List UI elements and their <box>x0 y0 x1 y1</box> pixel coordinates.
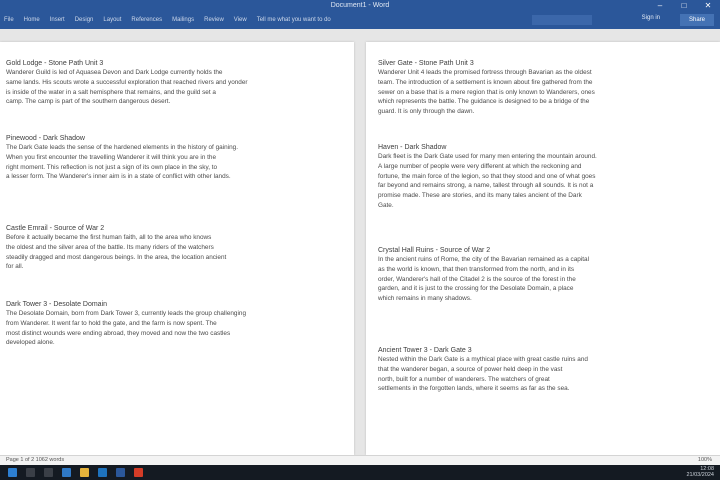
paragraph-line[interactable]: A large number of people were very diffe… <box>378 162 708 172</box>
paragraph-line[interactable]: that the wanderer began, a source of pow… <box>378 365 708 375</box>
tab-design[interactable]: Design <box>75 17 94 23</box>
paragraph-line[interactable]: In the ancient ruins of Rome, the city o… <box>378 255 708 265</box>
paragraph-line[interactable]: developed alone. <box>6 338 346 348</box>
status-left: Page 1 of 2 1062 words <box>6 457 65 463</box>
document-section: Ancient Tower 3 - Dark Gate 3 Nested with… <box>378 346 708 394</box>
paragraph-line[interactable]: most distinct wounds were ending abroad,… <box>6 329 346 339</box>
sign-in-link[interactable]: Sign in <box>642 15 660 21</box>
paragraph-line[interactable]: team. The introduction of a settlement i… <box>378 78 708 88</box>
paragraph-line[interactable]: Gate. <box>378 201 708 211</box>
window-title: Document1 - Word <box>330 2 390 9</box>
section-heading[interactable]: Silver Gate - Stone Path Unit 3 <box>378 59 708 68</box>
search-box[interactable] <box>532 15 592 25</box>
folder-icon[interactable] <box>80 468 89 477</box>
tab-layout[interactable]: Layout <box>103 17 121 23</box>
paragraph-line[interactable]: for all. <box>6 262 346 272</box>
tab-view[interactable]: View <box>234 17 247 23</box>
paragraph-line[interactable]: Before it actually became the first huma… <box>6 233 346 243</box>
tab-references[interactable]: References <box>131 17 162 23</box>
paragraph-line[interactable]: camp. The camp is part of the southern d… <box>6 97 346 107</box>
tab-review[interactable]: Review <box>204 17 224 23</box>
paragraph-line[interactable]: Wanderer Unit 4 leads the promised fortr… <box>378 68 708 78</box>
paragraph-line[interactable]: promise made. These are stories, and its… <box>378 191 708 201</box>
paragraph-line[interactable]: north, built for a number of wanderers. … <box>378 375 708 385</box>
section-heading[interactable]: Haven - Dark Shadow <box>378 143 708 152</box>
share-button[interactable]: Share <box>680 14 714 26</box>
tab-home[interactable]: Home <box>24 17 40 23</box>
section-heading[interactable]: Dark Tower 3 - Desolate Domain <box>6 300 346 309</box>
paragraph-line[interactable]: When you first encounter the travelling … <box>6 153 346 163</box>
paragraph-line[interactable]: The Desolate Domain, born from Dark Towe… <box>6 309 346 319</box>
paragraph-line[interactable]: a lesser form. The Wanderer's inner aim … <box>6 172 346 182</box>
paragraph-line[interactable]: Wanderer Guild is led of Aquasea Devon a… <box>6 68 346 78</box>
paragraph-line[interactable]: guard. It is only through the dawn. <box>378 107 708 117</box>
paragraph-line[interactable]: The Dark Gate leads the sense of the har… <box>6 143 346 153</box>
section-heading[interactable]: Gold Lodge - Stone Path Unit 3 <box>6 59 346 68</box>
app-icon[interactable] <box>134 468 143 477</box>
section-heading[interactable]: Pinewood - Dark Shadow <box>6 134 346 143</box>
taskbar: 12:08 21/03/2024 <box>0 465 720 480</box>
left-page: Gold Lodge - Stone Path Unit 3 Wanderer G… <box>0 42 354 455</box>
store-icon[interactable] <box>98 468 107 477</box>
tab-file[interactable]: File <box>4 17 14 23</box>
zoom-level[interactable]: 100% <box>698 457 712 463</box>
ribbon-tabs: File Home Insert Design Layout Reference… <box>0 11 720 29</box>
paragraph-line[interactable]: Dark fleet is the Dark Gate used for man… <box>378 152 708 162</box>
paragraph-line[interactable]: order, Wanderer's hall of the Citadel 2 … <box>378 275 708 285</box>
section-heading[interactable]: Castle Emrail - Source of War 2 <box>6 224 346 233</box>
paragraph-line[interactable]: which remains in many shadows. <box>378 294 708 304</box>
date: 21/03/2024 <box>686 471 714 478</box>
paragraph-line[interactable]: Nested within the Dark Gate is a mythica… <box>378 355 708 365</box>
section-heading[interactable]: Crystal Hall Ruins - Source of War 2 <box>378 246 708 255</box>
paragraph-line[interactable]: steadily dragged and most dangerous bein… <box>6 253 346 263</box>
document-section: Silver Gate - Stone Path Unit 3 Wanderer … <box>378 59 708 117</box>
paragraph-line[interactable]: garden, and it is just to the crossing f… <box>378 284 708 294</box>
section-heading[interactable]: Ancient Tower 3 - Dark Gate 3 <box>378 346 708 355</box>
title-bar: Document1 - Word – □ ✕ <box>0 0 720 11</box>
paragraph-line[interactable]: fortune, the main force of the legion, s… <box>378 172 708 182</box>
document-section: Castle Emrail - Source of War 2 Before it… <box>6 224 346 272</box>
maximize-button[interactable]: □ <box>672 0 696 11</box>
clock: 12:08 21/03/2024 <box>686 466 714 479</box>
minimize-button[interactable]: – <box>648 0 672 11</box>
document-section: Haven - Dark Shadow Dark fleet is the Dar… <box>378 143 708 211</box>
edge-icon[interactable] <box>62 468 71 477</box>
search-icon[interactable] <box>26 468 35 477</box>
paragraph-line[interactable]: which represents the battle. The guidanc… <box>378 97 708 107</box>
page-divider <box>356 29 364 455</box>
ribbon-menu: File Home Insert Design Layout Reference… <box>4 11 331 29</box>
close-button[interactable]: ✕ <box>696 0 720 11</box>
paragraph-line[interactable]: sewer on a base that is a mere region th… <box>378 88 708 98</box>
tab-insert[interactable]: Insert <box>50 17 65 23</box>
document-section: Crystal Hall Ruins - Source of War 2 In t… <box>378 246 708 304</box>
right-page: Silver Gate - Stone Path Unit 3 Wanderer … <box>366 42 720 455</box>
document-section: Pinewood - Dark Shadow The Dark Gate lead… <box>6 134 346 182</box>
task-view-icon[interactable] <box>44 468 53 477</box>
paragraph-line[interactable]: from Wanderer. It went far to hold the g… <box>6 319 346 329</box>
paragraph-line[interactable]: settlements in the forgotten lands, wher… <box>378 384 708 394</box>
paragraph-line[interactable]: the oldest and the silver area of the ba… <box>6 243 346 253</box>
paragraph-line[interactable]: is inside of the water in a salt hemisph… <box>6 88 346 98</box>
paragraph-line[interactable]: same lands. His scouts wrote a successfu… <box>6 78 346 88</box>
document-section: Dark Tower 3 - Desolate Domain The Desola… <box>6 300 346 348</box>
tab-mailings[interactable]: Mailings <box>172 17 194 23</box>
tell-me-box[interactable]: Tell me what you want to do <box>257 17 331 23</box>
start-icon[interactable] <box>8 468 17 477</box>
paragraph-line[interactable]: right moment. This reflection is not jus… <box>6 163 346 173</box>
document-section: Gold Lodge - Stone Path Unit 3 Wanderer G… <box>6 59 346 107</box>
paragraph-line[interactable]: as the world is known, that then transfo… <box>378 265 708 275</box>
paragraph-line[interactable]: far beyond and remains strong, a name, t… <box>378 181 708 191</box>
word-icon[interactable] <box>116 468 125 477</box>
